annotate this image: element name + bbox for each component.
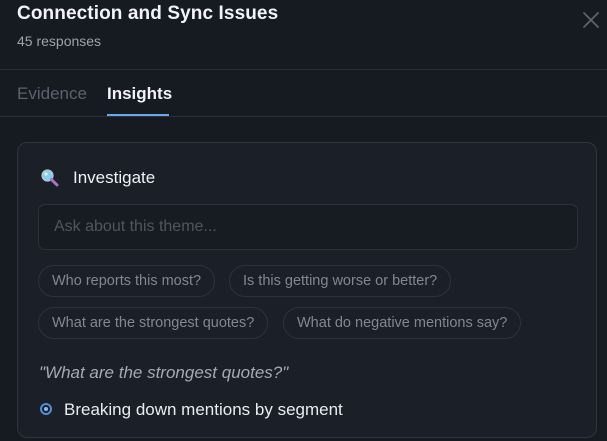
- status-indicator-icon: [40, 403, 52, 415]
- suggestion-chip-who-reports[interactable]: Who reports this most?: [38, 265, 216, 297]
- ask-theme-input[interactable]: [38, 204, 578, 250]
- tabs-divider: [0, 116, 607, 117]
- suggestion-chip-strongest-quotes[interactable]: What are the strongest quotes?: [38, 307, 269, 339]
- drawer-header: Connection and Sync Issues 45 responses: [17, 0, 607, 70]
- current-question: "What are the strongest quotes?": [39, 363, 289, 382]
- theme-title: Connection and Sync Issues: [17, 3, 279, 24]
- status-text: Breaking down mentions by segment: [64, 400, 343, 419]
- suggestion-chip-worse-or-better[interactable]: Is this getting worse or better?: [229, 265, 452, 297]
- close-icon: [583, 12, 599, 28]
- response-count: 45 responses: [17, 33, 102, 49]
- tab-bar: Evidence Insights: [17, 70, 607, 116]
- investigate-title: Investigate: [73, 168, 156, 187]
- magnifier-icon: [41, 169, 59, 187]
- close-button[interactable]: [581, 10, 601, 30]
- tab-evidence[interactable]: Evidence: [17, 84, 87, 104]
- suggestion-chip-negative-mentions[interactable]: What do negative mentions say?: [283, 307, 522, 339]
- investigate-panel: Investigate Who reports this most? Is th…: [17, 142, 597, 438]
- tab-insights[interactable]: Insights: [107, 84, 172, 104]
